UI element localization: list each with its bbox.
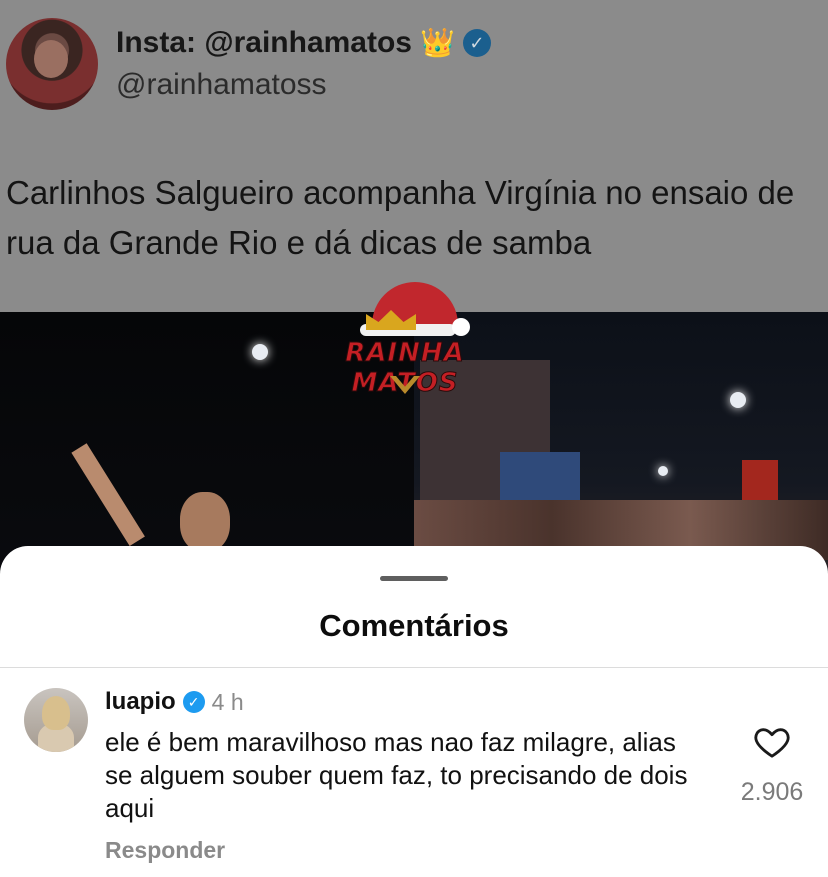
verified-badge-icon: ✓	[462, 29, 491, 57]
sheet-title: Comentários	[319, 608, 509, 643]
tweet-handle: @rainhamatoss	[116, 68, 327, 101]
reply-button[interactable]: Responder	[105, 837, 225, 864]
tweet-avatar	[6, 18, 98, 110]
comment-username[interactable]: luapio	[105, 688, 176, 716]
verified-badge-icon: ✓	[182, 691, 205, 713]
crown-icon: 👑	[420, 27, 455, 58]
tweet-name-row: Insta: @rainhamatos 👑 ✓	[116, 26, 491, 60]
comment-timestamp: 4 h	[211, 688, 244, 715]
comment-header: luapio ✓ 4 h	[105, 688, 244, 716]
tweet-text: Carlinhos Salgueiro acompanha Virgínia n…	[6, 174, 795, 261]
tweet-screenshot: Insta: @rainhamatos 👑 ✓ @rainhamatoss Ca…	[0, 0, 828, 312]
sheet-grabber[interactable]	[380, 576, 448, 581]
avatar[interactable]	[24, 688, 88, 752]
comment-item: luapio ✓ 4 h ele é bem maravilhoso mas n…	[0, 668, 828, 877]
like-count: 2.906	[740, 778, 804, 806]
tweet-display-name: Insta: @rainhamatos	[116, 26, 412, 59]
heart-icon[interactable]	[752, 722, 792, 762]
rainha-matos-logo: RAINHA MATOS	[320, 282, 490, 402]
comment-text: ele é bem maravilhoso mas nao faz milagr…	[105, 727, 688, 823]
comments-sheet[interactable]: Comentários luapio ✓ 4 h ele é bem marav…	[0, 546, 828, 877]
